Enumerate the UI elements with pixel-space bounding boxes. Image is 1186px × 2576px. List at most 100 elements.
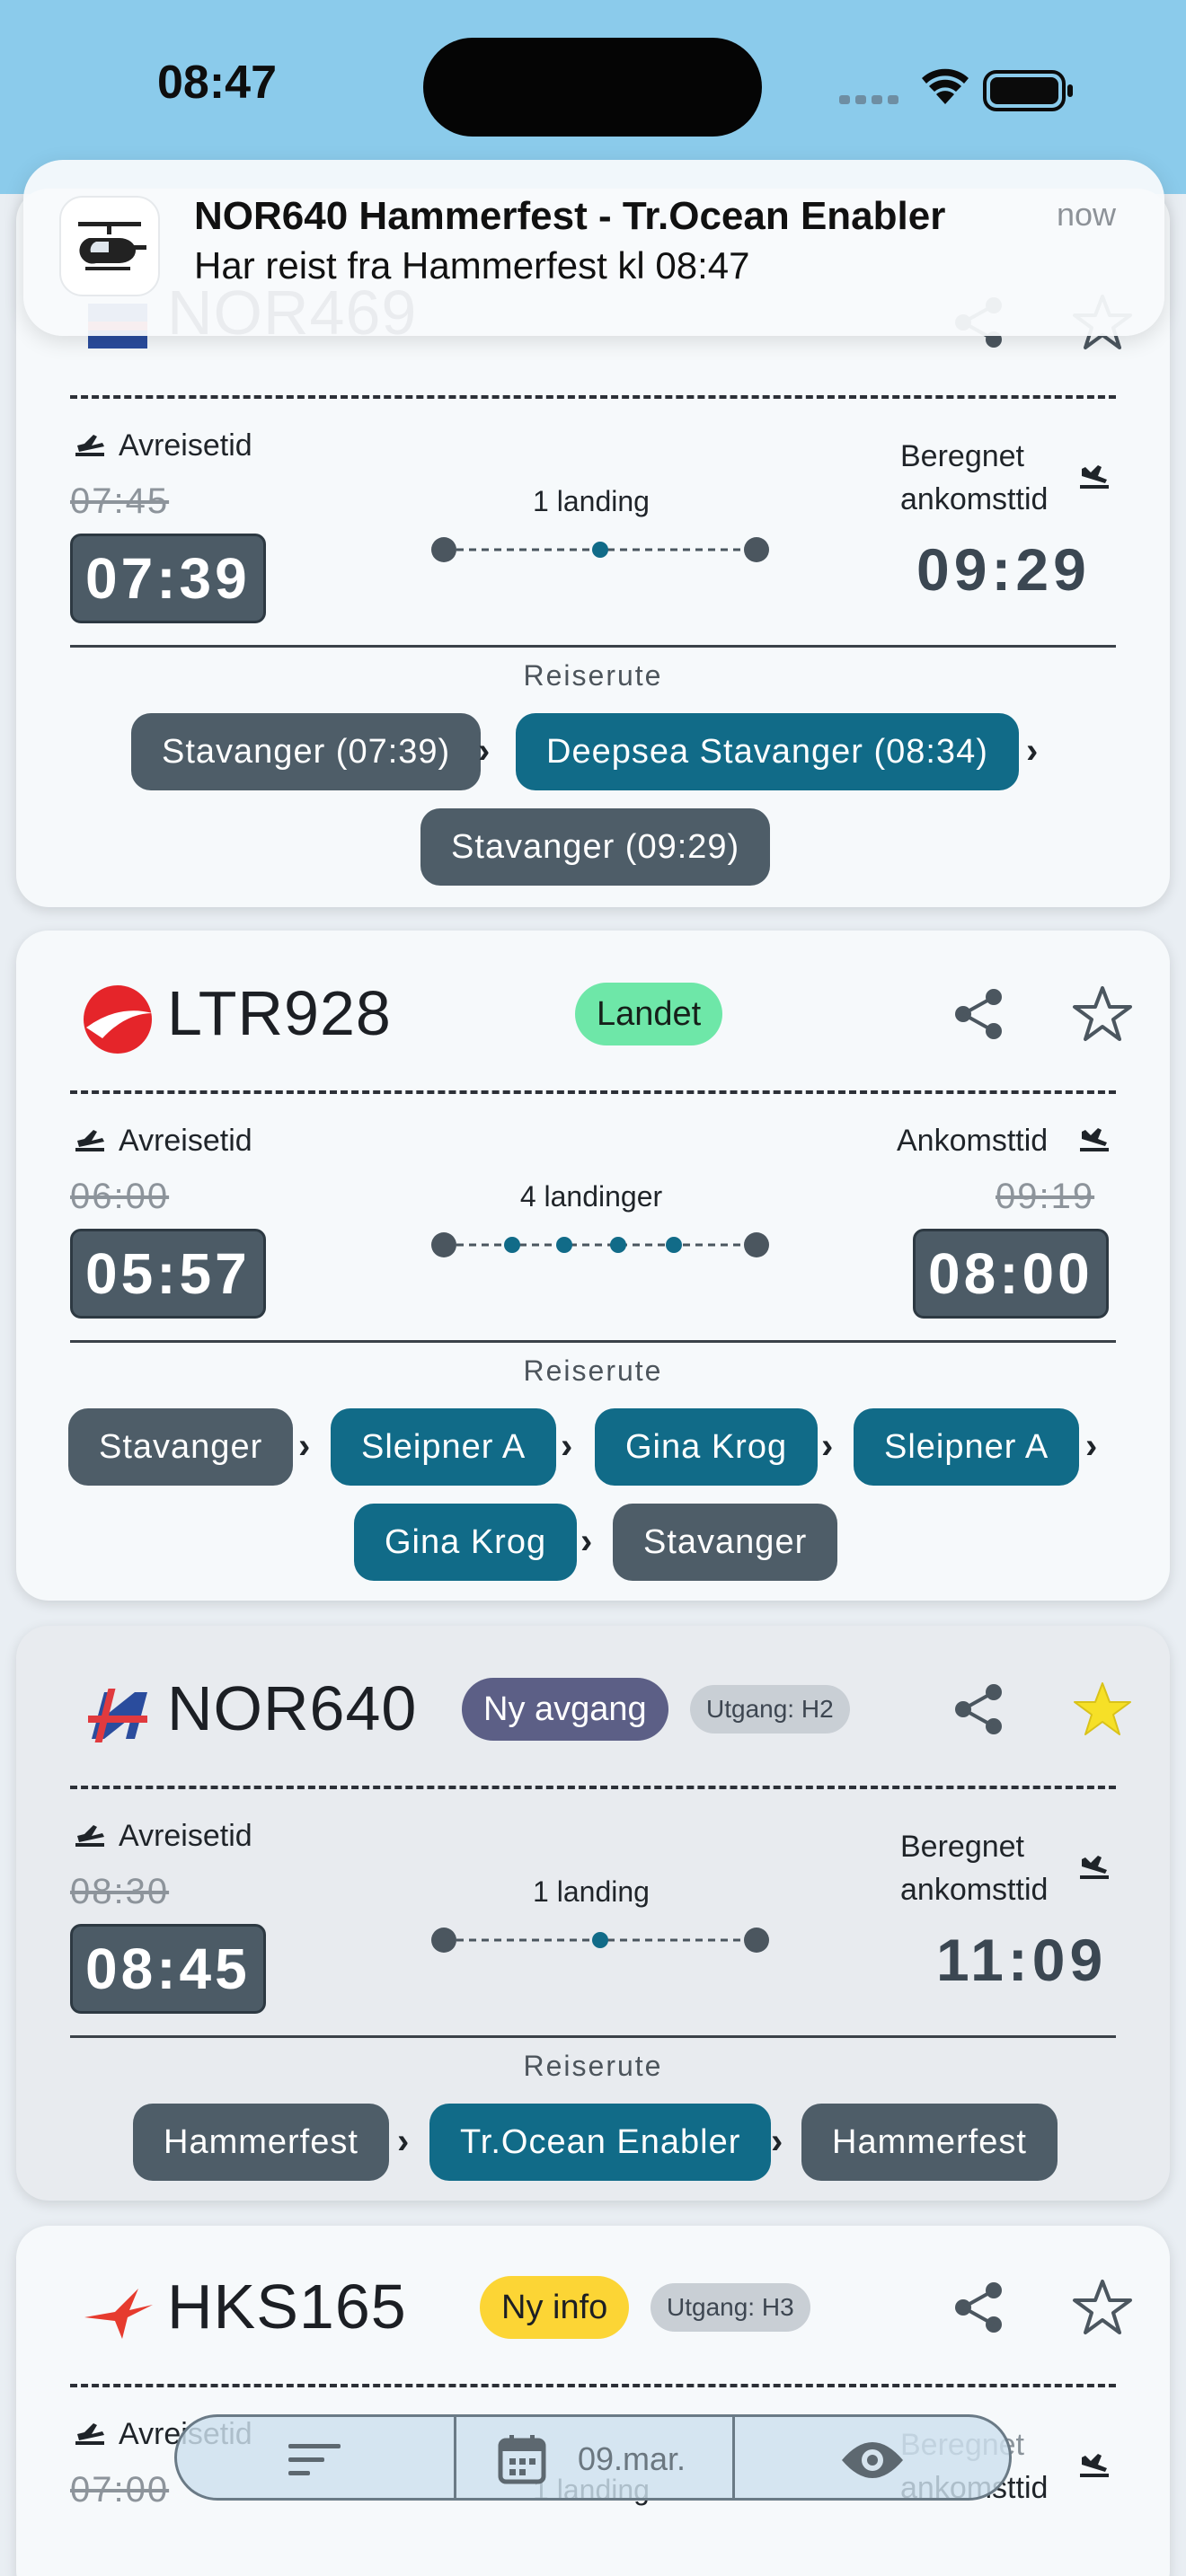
chevron-right-icon: › (561, 1426, 573, 1466)
route-divider (70, 1340, 1116, 1343)
status-icons (839, 68, 1073, 111)
favorite-star-filled-icon[interactable] (1071, 1678, 1134, 1741)
takeoff-icon (75, 1130, 104, 1151)
card-divider (70, 395, 1116, 399)
arrival-scheduled: 09:19 (996, 1177, 1095, 1216)
arrival-estimated: 09:29 (916, 536, 1091, 603)
favorite-star-icon[interactable] (1071, 2276, 1134, 2339)
helicopter-icon (59, 196, 160, 296)
route-title: Reiserute (523, 1354, 663, 1387)
selected-date[interactable]: 09.mar. (578, 2440, 686, 2478)
status-badge: Ny info (480, 2276, 630, 2339)
departure-scheduled: 07:00 (70, 2470, 170, 2510)
share-icon[interactable] (947, 983, 1010, 1045)
landing-icon (1080, 1856, 1109, 1879)
route-divider (70, 645, 1116, 648)
arrival-actual: 08:00 (913, 1229, 1109, 1319)
arrival-estimated: 11:09 (936, 1927, 1108, 1993)
calendar-icon[interactable] (497, 2433, 547, 2485)
departure-scheduled: 07:45 (70, 481, 170, 521)
landing-icon (1080, 465, 1109, 489)
card-divider (70, 2384, 1116, 2387)
notification-banner[interactable]: NOR640 Hammerfest - Tr.Ocean Enabler Har… (23, 160, 1164, 336)
route-stop[interactable]: Stavanger (07:39) (131, 713, 482, 790)
departure-label: Avreisetid (119, 1124, 252, 1158)
notification-title: NOR640 Hammerfest - Tr.Ocean Enabler (194, 194, 946, 238)
flight-card-hks165[interactable]: HKS165 Ny info Utgang: H3 Avreisetid 07:… (16, 2226, 1170, 2576)
stops-track (431, 1928, 769, 1953)
arrival-label-line2: ankomsttid (900, 482, 1049, 516)
landings-count: 4 landinger (519, 1180, 663, 1213)
status-badge: Ny avgang (462, 1678, 668, 1741)
toolbar-separator (732, 2417, 735, 2498)
chevron-right-icon: › (1026, 731, 1039, 771)
flight-card-nor640[interactable]: NOR640 Ny avgang Utgang: H2 Avreisetid 0… (16, 1626, 1170, 2201)
landing-icon (1080, 2454, 1109, 2477)
bottom-toolbar: 09.mar. (174, 2414, 1012, 2501)
route-stop[interactable]: Stavanger (613, 1504, 838, 1581)
flight-card-ltr928[interactable]: LTR928 Landet Avreisetid 06:00 05:57 4 l… (16, 931, 1170, 1601)
landings-count: 1 landing (533, 485, 650, 517)
route-stop[interactable]: Hammerfest (801, 2104, 1058, 2181)
notification-time: now (1056, 196, 1116, 233)
flight-number: HKS165 (167, 2272, 407, 2342)
departure-label: Avreisetid (119, 1819, 252, 1853)
airline-logo-hummingbird (84, 2289, 153, 2339)
card-divider (70, 1090, 1116, 1094)
route-title: Reiserute (523, 659, 663, 692)
sort-lines-icon[interactable] (287, 2440, 342, 2480)
landing-icon (1080, 1128, 1109, 1151)
airline-logo-lufttransport (84, 985, 153, 1054)
route-stop[interactable]: Tr.Ocean Enabler (429, 2104, 772, 2181)
chevron-right-icon: › (397, 2122, 410, 2161)
chevron-right-icon: › (298, 1426, 311, 1466)
share-icon[interactable] (947, 1678, 1010, 1741)
card-divider (70, 1786, 1116, 1789)
route-stop[interactable]: Hammerfest (133, 2104, 389, 2181)
share-icon[interactable] (947, 2276, 1010, 2339)
route-divider (70, 2035, 1116, 2038)
arrival-label: Ankomsttid (897, 1124, 1049, 1158)
route-stop[interactable]: Gina Krog (354, 1504, 578, 1581)
route-stop[interactable]: Sleipner A (331, 1408, 557, 1486)
takeoff-icon (75, 435, 104, 456)
gate-badge: Utgang: H3 (651, 2283, 810, 2332)
flight-number: LTR928 (167, 978, 392, 1048)
departure-scheduled: 06:00 (70, 1177, 170, 1216)
stops-track (431, 1232, 769, 1257)
departure-actual: 05:57 (70, 1229, 266, 1319)
flight-number: NOR640 (167, 1673, 418, 1743)
notification-body: Har reist fra Hammerfest kl 08:47 (194, 244, 750, 287)
route-stop[interactable]: Deepsea Stavanger (08:34) (516, 713, 1019, 790)
stops-track (431, 537, 769, 562)
dynamic-island (423, 38, 762, 137)
route-stop[interactable]: Gina Krog (595, 1408, 819, 1486)
wifi-icon (922, 68, 969, 104)
chevron-right-icon: › (1085, 1426, 1098, 1466)
route-stop[interactable]: Sleipner A (854, 1408, 1080, 1486)
route-stop[interactable]: Stavanger (09:29) (420, 808, 771, 886)
route-stop[interactable]: Stavanger (68, 1408, 294, 1486)
departure-actual: 07:39 (70, 534, 266, 623)
chevron-right-icon: › (580, 1522, 593, 1561)
takeoff-icon (75, 1825, 104, 1847)
chevron-right-icon: › (821, 1426, 834, 1466)
chevron-right-icon: › (771, 2122, 783, 2161)
takeoff-icon (75, 2423, 104, 2445)
favorite-star-icon[interactable] (1071, 983, 1134, 1045)
departure-label: Avreisetid (119, 428, 252, 463)
eye-icon[interactable] (840, 2440, 905, 2480)
departure-actual: 08:45 (70, 1924, 266, 2014)
airline-logo-norsk (88, 1689, 147, 1742)
toolbar-separator (454, 2417, 456, 2498)
landings-count: 1 landing (533, 1875, 650, 1908)
arrival-label-line1: Beregnet (900, 1830, 1024, 1864)
gate-badge: Utgang: H2 (690, 1685, 850, 1734)
cellular-signal-icon (839, 95, 898, 104)
chevron-right-icon: › (478, 731, 491, 771)
arrival-label-line1: Beregnet (900, 439, 1024, 473)
battery-icon (983, 70, 1073, 111)
arrival-label-line2: ankomsttid (900, 1873, 1049, 1907)
route-title: Reiserute (523, 2050, 663, 2082)
status-badge: Landet (575, 983, 723, 1045)
